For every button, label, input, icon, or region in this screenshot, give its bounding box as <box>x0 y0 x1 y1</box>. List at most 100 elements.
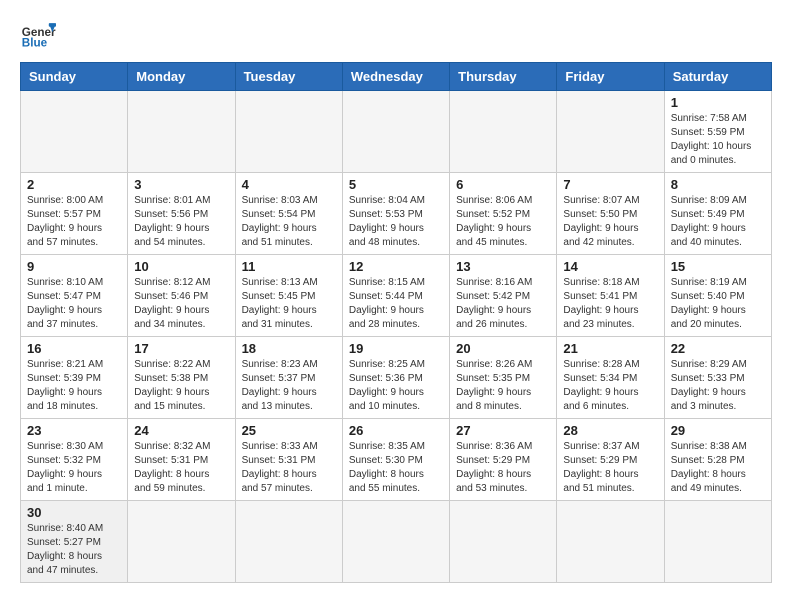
calendar-cell: 14 Sunrise: 8:18 AM Sunset: 5:41 PM Dayli… <box>557 255 664 337</box>
day-number: 2 <box>27 177 121 192</box>
day-number: 13 <box>456 259 550 274</box>
day-info: Sunrise: 8:32 AM Sunset: 5:31 PM Dayligh… <box>134 440 228 496</box>
calendar-cell <box>664 501 771 583</box>
weekday-header-tuesday: Tuesday <box>235 63 342 91</box>
calendar-cell: 9 Sunrise: 8:10 AM Sunset: 5:47 PM Daylig… <box>21 255 128 337</box>
calendar-table: SundayMondayTuesdayWednesdayThursdayFrid… <box>20 62 772 583</box>
day-info: Sunrise: 8:01 AM Sunset: 5:56 PM Dayligh… <box>134 194 228 250</box>
day-number: 15 <box>671 259 765 274</box>
calendar-cell: 5 Sunrise: 8:04 AM Sunset: 5:53 PM Daylig… <box>342 173 449 255</box>
calendar-cell: 17 Sunrise: 8:22 AM Sunset: 5:38 PM Dayli… <box>128 337 235 419</box>
calendar-cell <box>342 501 449 583</box>
day-number: 1 <box>671 95 765 110</box>
day-number: 14 <box>563 259 657 274</box>
calendar-cell: 7 Sunrise: 8:07 AM Sunset: 5:50 PM Daylig… <box>557 173 664 255</box>
calendar-cell: 6Sunrise: 8:06 AM Sunset: 5:52 PM Daylig… <box>450 173 557 255</box>
weekday-header-friday: Friday <box>557 63 664 91</box>
day-info: Sunrise: 8:30 AM Sunset: 5:32 PM Dayligh… <box>27 440 121 496</box>
day-info: Sunrise: 8:38 AM Sunset: 5:28 PM Dayligh… <box>671 440 765 496</box>
calendar-cell: 26Sunrise: 8:35 AM Sunset: 5:30 PM Dayli… <box>342 419 449 501</box>
day-info: Sunrise: 8:36 AM Sunset: 5:29 PM Dayligh… <box>456 440 550 496</box>
calendar-cell: 8 Sunrise: 8:09 AM Sunset: 5:49 PM Daylig… <box>664 173 771 255</box>
page-container: General Blue SundayMondayTuesdayWednesda… <box>20 16 772 583</box>
day-number: 4 <box>242 177 336 192</box>
calendar-cell: 21Sunrise: 8:28 AM Sunset: 5:34 PM Dayli… <box>557 337 664 419</box>
day-number: 28 <box>563 423 657 438</box>
day-number: 16 <box>27 341 121 356</box>
day-info: Sunrise: 8:00 AM Sunset: 5:57 PM Dayligh… <box>27 194 121 250</box>
day-info: Sunrise: 8:22 AM Sunset: 5:38 PM Dayligh… <box>134 358 228 414</box>
day-info: Sunrise: 8:33 AM Sunset: 5:31 PM Dayligh… <box>242 440 336 496</box>
day-number: 6 <box>456 177 550 192</box>
calendar-row: 9 Sunrise: 8:10 AM Sunset: 5:47 PM Daylig… <box>21 255 772 337</box>
day-number: 29 <box>671 423 765 438</box>
day-number: 19 <box>349 341 443 356</box>
calendar-row: 16 Sunrise: 8:21 AM Sunset: 5:39 PM Dayli… <box>21 337 772 419</box>
day-number: 5 <box>349 177 443 192</box>
calendar-cell: 30Sunrise: 8:40 AM Sunset: 5:27 PM Dayli… <box>21 501 128 583</box>
calendar-cell: 22Sunrise: 8:29 AM Sunset: 5:33 PM Dayli… <box>664 337 771 419</box>
day-info: Sunrise: 8:35 AM Sunset: 5:30 PM Dayligh… <box>349 440 443 496</box>
calendar-cell: 12 Sunrise: 8:15 AM Sunset: 5:44 PM Dayli… <box>342 255 449 337</box>
day-info: Sunrise: 8:21 AM Sunset: 5:39 PM Dayligh… <box>27 358 121 414</box>
day-number: 25 <box>242 423 336 438</box>
calendar-cell: 3 Sunrise: 8:01 AM Sunset: 5:56 PM Daylig… <box>128 173 235 255</box>
calendar-cell: 23Sunrise: 8:30 AM Sunset: 5:32 PM Dayli… <box>21 419 128 501</box>
calendar-cell: 10Sunrise: 8:12 AM Sunset: 5:46 PM Dayli… <box>128 255 235 337</box>
day-number: 7 <box>563 177 657 192</box>
calendar-cell <box>21 91 128 173</box>
day-number: 20 <box>456 341 550 356</box>
calendar-row: 23Sunrise: 8:30 AM Sunset: 5:32 PM Dayli… <box>21 419 772 501</box>
day-info: Sunrise: 8:29 AM Sunset: 5:33 PM Dayligh… <box>671 358 765 414</box>
weekday-header-thursday: Thursday <box>450 63 557 91</box>
weekday-header-sunday: Sunday <box>21 63 128 91</box>
calendar-cell: 16 Sunrise: 8:21 AM Sunset: 5:39 PM Dayli… <box>21 337 128 419</box>
calendar-cell: 13Sunrise: 8:16 AM Sunset: 5:42 PM Dayli… <box>450 255 557 337</box>
day-info: Sunrise: 8:13 AM Sunset: 5:45 PM Dayligh… <box>242 276 336 332</box>
day-info: Sunrise: 8:37 AM Sunset: 5:29 PM Dayligh… <box>563 440 657 496</box>
day-number: 3 <box>134 177 228 192</box>
calendar-cell <box>557 91 664 173</box>
calendar-cell: 1 Sunrise: 7:58 AM Sunset: 5:59 PM Daylig… <box>664 91 771 173</box>
weekday-header-row: SundayMondayTuesdayWednesdayThursdayFrid… <box>21 63 772 91</box>
calendar-cell: 2 Sunrise: 8:00 AM Sunset: 5:57 PM Daylig… <box>21 173 128 255</box>
calendar-cell: 27 Sunrise: 8:36 AM Sunset: 5:29 PM Dayli… <box>450 419 557 501</box>
day-info: Sunrise: 7:58 AM Sunset: 5:59 PM Dayligh… <box>671 112 765 168</box>
day-number: 9 <box>27 259 121 274</box>
day-info: Sunrise: 8:18 AM Sunset: 5:41 PM Dayligh… <box>563 276 657 332</box>
day-number: 21 <box>563 341 657 356</box>
day-info: Sunrise: 8:15 AM Sunset: 5:44 PM Dayligh… <box>349 276 443 332</box>
day-number: 17 <box>134 341 228 356</box>
day-info: Sunrise: 8:07 AM Sunset: 5:50 PM Dayligh… <box>563 194 657 250</box>
weekday-header-saturday: Saturday <box>664 63 771 91</box>
calendar-cell: 28 Sunrise: 8:37 AM Sunset: 5:29 PM Dayli… <box>557 419 664 501</box>
calendar-cell <box>342 91 449 173</box>
day-info: Sunrise: 8:03 AM Sunset: 5:54 PM Dayligh… <box>242 194 336 250</box>
day-info: Sunrise: 8:19 AM Sunset: 5:40 PM Dayligh… <box>671 276 765 332</box>
day-number: 27 <box>456 423 550 438</box>
calendar-cell <box>128 501 235 583</box>
day-number: 18 <box>242 341 336 356</box>
day-info: Sunrise: 8:10 AM Sunset: 5:47 PM Dayligh… <box>27 276 121 332</box>
day-info: Sunrise: 8:09 AM Sunset: 5:49 PM Dayligh… <box>671 194 765 250</box>
day-number: 8 <box>671 177 765 192</box>
day-info: Sunrise: 8:04 AM Sunset: 5:53 PM Dayligh… <box>349 194 443 250</box>
calendar-cell <box>450 91 557 173</box>
day-info: Sunrise: 8:40 AM Sunset: 5:27 PM Dayligh… <box>27 522 121 578</box>
calendar-cell <box>128 91 235 173</box>
header: General Blue <box>20 16 772 52</box>
weekday-header-monday: Monday <box>128 63 235 91</box>
day-number: 24 <box>134 423 228 438</box>
calendar-cell: 19 Sunrise: 8:25 AM Sunset: 5:36 PM Dayli… <box>342 337 449 419</box>
calendar-cell <box>557 501 664 583</box>
day-info: Sunrise: 8:25 AM Sunset: 5:36 PM Dayligh… <box>349 358 443 414</box>
weekday-header-wednesday: Wednesday <box>342 63 449 91</box>
calendar-cell: 29 Sunrise: 8:38 AM Sunset: 5:28 PM Dayli… <box>664 419 771 501</box>
day-info: Sunrise: 8:12 AM Sunset: 5:46 PM Dayligh… <box>134 276 228 332</box>
calendar-row: 1 Sunrise: 7:58 AM Sunset: 5:59 PM Daylig… <box>21 91 772 173</box>
day-number: 12 <box>349 259 443 274</box>
calendar-cell: 24 Sunrise: 8:32 AM Sunset: 5:31 PM Dayli… <box>128 419 235 501</box>
calendar-row: 2 Sunrise: 8:00 AM Sunset: 5:57 PM Daylig… <box>21 173 772 255</box>
logo-area: General Blue <box>20 16 56 52</box>
calendar-cell <box>450 501 557 583</box>
